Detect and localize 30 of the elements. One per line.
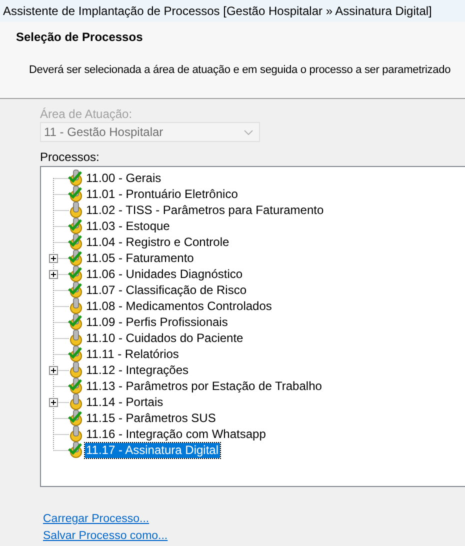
expand-icon[interactable] bbox=[49, 270, 58, 279]
tree-item[interactable]: 11.11 - Relatórios bbox=[85, 346, 180, 362]
section-title: Seleção de Processos bbox=[16, 30, 144, 44]
link[interactable]: Salvar Processo como... bbox=[43, 530, 168, 542]
expand-icon[interactable] bbox=[49, 366, 58, 375]
tree-item[interactable]: 11.14 - Portais bbox=[85, 394, 164, 410]
tree-item[interactable]: 11.06 - Unidades Diagnóstico bbox=[85, 266, 244, 282]
tree-item[interactable]: 11.01 - Prontuário Eletrônico bbox=[85, 186, 239, 202]
tree-item[interactable]: 11.10 - Cuidados do Paciente bbox=[85, 330, 244, 346]
tree-item[interactable]: 11.04 - Registro e Controle bbox=[85, 234, 230, 250]
field-label: Área de Atuação: bbox=[40, 107, 134, 121]
tree-item[interactable]: 11.09 - Perfis Profissionais bbox=[85, 314, 229, 330]
tree-item[interactable]: 11.00 - Gerais bbox=[85, 170, 162, 186]
tree-item[interactable]: 11.15 - Parâmetros SUS bbox=[85, 410, 217, 426]
tree-item[interactable]: 11.08 - Medicamentos Controlados bbox=[85, 298, 273, 314]
instruction-text: Deverá ser selecionada a área de atuação e em seguida o processo a ser parametrizado bbox=[29, 64, 452, 76]
link[interactable]: Carregar Processo... bbox=[43, 513, 150, 525]
chevron-down-icon bbox=[244, 130, 253, 134]
expand-icon[interactable] bbox=[49, 398, 58, 407]
expand-icon[interactable] bbox=[49, 254, 58, 263]
tree-item[interactable]: 11.17 - Assinatura Digital bbox=[85, 442, 220, 458]
tree-item[interactable]: 11.07 - Classificação de Risco bbox=[85, 282, 248, 298]
tree-item[interactable]: 11.16 - Integração com Whatsapp bbox=[85, 426, 267, 442]
tree-item[interactable]: 11.03 - Estoque bbox=[85, 218, 171, 234]
field-label: Processos: bbox=[40, 150, 100, 164]
window-title: Assistente de Implantação de Processos [Gestão Hospitalar » Assinatura Digital] bbox=[0, 0, 465, 22]
tree-item[interactable]: 11.13 - Parâmetros por Estação de Trabalho bbox=[85, 378, 323, 394]
tree-item[interactable]: 11.12 - Integrações bbox=[85, 362, 190, 378]
tree-item[interactable]: 11.05 - Faturamento bbox=[85, 250, 195, 266]
tree-item[interactable]: 11.02 - TISS - Parâmetros para Faturamento bbox=[85, 202, 325, 218]
